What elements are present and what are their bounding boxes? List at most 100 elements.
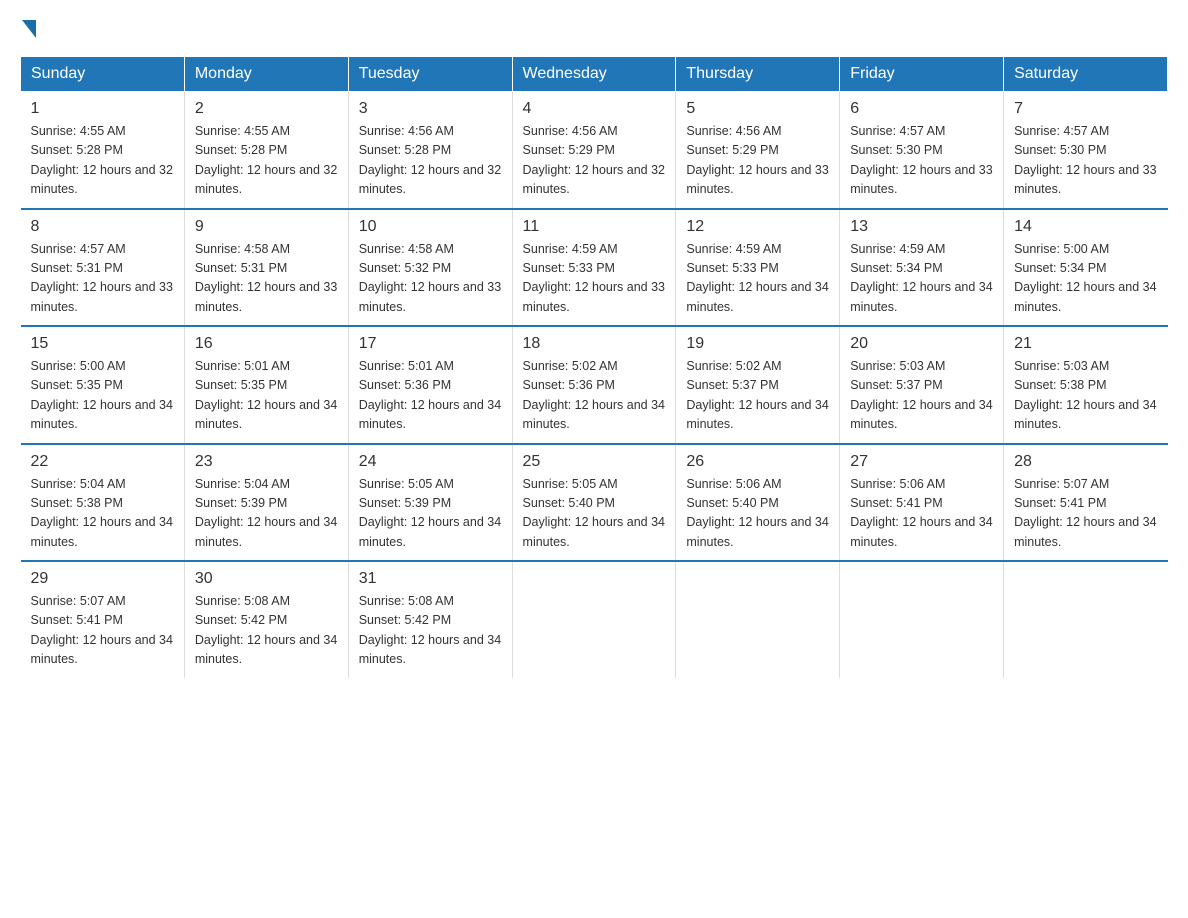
calendar-week-row: 22Sunrise: 5:04 AMSunset: 5:38 PMDayligh… (21, 444, 1168, 562)
calendar-cell: 15 Sunrise: 5:00 AMSunset: 5:35 PMDayligh… (21, 326, 185, 444)
day-number: 1 (31, 100, 174, 118)
calendar-cell: 14 Sunrise: 5:00 AMSunset: 5:34 PMDayligh… (1004, 209, 1168, 327)
day-number: 22 (31, 453, 174, 471)
calendar-cell (1004, 561, 1168, 678)
day-info: Sunrise: 5:06 AMSunset: 5:40 PMDaylight:… (686, 475, 829, 553)
calendar-body: 1 Sunrise: 4:55 AMSunset: 5:28 PMDaylight… (21, 92, 1168, 678)
day-number: 18 (523, 335, 666, 353)
day-info: Sunrise: 5:04 AMSunset: 5:39 PMDaylight:… (195, 475, 338, 553)
calendar-cell: 2Sunrise: 4:55 AMSunset: 5:28 PMDaylight… (184, 92, 348, 209)
day-number: 9 (195, 218, 338, 236)
calendar-cell: 19Sunrise: 5:02 AMSunset: 5:37 PMDayligh… (676, 326, 840, 444)
calendar-cell: 23 Sunrise: 5:04 AMSunset: 5:39 PMDayligh… (184, 444, 348, 562)
calendar-cell: 22Sunrise: 5:04 AMSunset: 5:38 PMDayligh… (21, 444, 185, 562)
day-info: Sunrise: 5:02 AMSunset: 5:36 PMDaylight:… (523, 357, 666, 435)
day-info: Sunrise: 5:05 AMSunset: 5:40 PMDaylight:… (523, 475, 666, 553)
calendar-header-sunday: Sunday (21, 57, 185, 92)
day-number: 21 (1014, 335, 1157, 353)
day-info: Sunrise: 4:56 AMSunset: 5:28 PMDaylight:… (359, 122, 502, 200)
calendar-header-tuesday: Tuesday (348, 57, 512, 92)
day-number: 19 (686, 335, 829, 353)
day-number: 5 (686, 100, 829, 118)
day-info: Sunrise: 4:59 AMSunset: 5:34 PMDaylight:… (850, 240, 993, 318)
day-number: 17 (359, 335, 502, 353)
calendar-cell: 6 Sunrise: 4:57 AMSunset: 5:30 PMDaylight… (840, 92, 1004, 209)
day-info: Sunrise: 4:56 AMSunset: 5:29 PMDaylight:… (686, 122, 829, 200)
day-info: Sunrise: 4:55 AMSunset: 5:28 PMDaylight:… (195, 122, 338, 200)
day-number: 11 (523, 218, 666, 236)
calendar-cell: 8Sunrise: 4:57 AMSunset: 5:31 PMDaylight… (21, 209, 185, 327)
logo (20, 20, 36, 36)
day-info: Sunrise: 5:08 AMSunset: 5:42 PMDaylight:… (195, 592, 338, 670)
day-info: Sunrise: 4:57 AMSunset: 5:30 PMDaylight:… (1014, 122, 1157, 200)
day-info: Sunrise: 4:57 AMSunset: 5:30 PMDaylight:… (850, 122, 993, 200)
calendar-cell: 29Sunrise: 5:07 AMSunset: 5:41 PMDayligh… (21, 561, 185, 678)
calendar-cell (676, 561, 840, 678)
calendar-cell: 3 Sunrise: 4:56 AMSunset: 5:28 PMDaylight… (348, 92, 512, 209)
day-number: 7 (1014, 100, 1157, 118)
calendar-cell: 31 Sunrise: 5:08 AMSunset: 5:42 PMDayligh… (348, 561, 512, 678)
day-number: 23 (195, 453, 338, 471)
day-number: 4 (523, 100, 666, 118)
calendar-cell (512, 561, 676, 678)
day-info: Sunrise: 4:59 AMSunset: 5:33 PMDaylight:… (523, 240, 666, 318)
calendar-cell: 24 Sunrise: 5:05 AMSunset: 5:39 PMDayligh… (348, 444, 512, 562)
calendar-cell: 20Sunrise: 5:03 AMSunset: 5:37 PMDayligh… (840, 326, 1004, 444)
day-number: 26 (686, 453, 829, 471)
calendar-week-row: 1 Sunrise: 4:55 AMSunset: 5:28 PMDaylight… (21, 92, 1168, 209)
calendar-header-saturday: Saturday (1004, 57, 1168, 92)
day-info: Sunrise: 4:58 AMSunset: 5:32 PMDaylight:… (359, 240, 502, 318)
calendar-week-row: 29Sunrise: 5:07 AMSunset: 5:41 PMDayligh… (21, 561, 1168, 678)
calendar-cell: 7 Sunrise: 4:57 AMSunset: 5:30 PMDaylight… (1004, 92, 1168, 209)
calendar-header-row: SundayMondayTuesdayWednesdayThursdayFrid… (21, 57, 1168, 92)
calendar-header-friday: Friday (840, 57, 1004, 92)
calendar-cell: 30 Sunrise: 5:08 AMSunset: 5:42 PMDayligh… (184, 561, 348, 678)
day-info: Sunrise: 5:00 AMSunset: 5:34 PMDaylight:… (1014, 240, 1157, 318)
day-number: 16 (195, 335, 338, 353)
day-number: 20 (850, 335, 993, 353)
calendar-cell: 10 Sunrise: 4:58 AMSunset: 5:32 PMDayligh… (348, 209, 512, 327)
calendar-cell: 13 Sunrise: 4:59 AMSunset: 5:34 PMDayligh… (840, 209, 1004, 327)
day-number: 28 (1014, 453, 1157, 471)
calendar-cell: 26 Sunrise: 5:06 AMSunset: 5:40 PMDayligh… (676, 444, 840, 562)
day-info: Sunrise: 5:08 AMSunset: 5:42 PMDaylight:… (359, 592, 502, 670)
day-number: 14 (1014, 218, 1157, 236)
day-number: 30 (195, 570, 338, 588)
calendar-week-row: 15 Sunrise: 5:00 AMSunset: 5:35 PMDayligh… (21, 326, 1168, 444)
logo-arrow-icon (22, 20, 36, 38)
day-number: 13 (850, 218, 993, 236)
day-number: 31 (359, 570, 502, 588)
calendar-cell: 9 Sunrise: 4:58 AMSunset: 5:31 PMDaylight… (184, 209, 348, 327)
day-number: 24 (359, 453, 502, 471)
day-info: Sunrise: 5:00 AMSunset: 5:35 PMDaylight:… (31, 357, 174, 435)
day-info: Sunrise: 4:59 AMSunset: 5:33 PMDaylight:… (686, 240, 829, 318)
calendar-header-thursday: Thursday (676, 57, 840, 92)
day-info: Sunrise: 4:56 AMSunset: 5:29 PMDaylight:… (523, 122, 666, 200)
calendar-cell: 18 Sunrise: 5:02 AMSunset: 5:36 PMDayligh… (512, 326, 676, 444)
calendar-header-monday: Monday (184, 57, 348, 92)
day-info: Sunrise: 5:01 AMSunset: 5:35 PMDaylight:… (195, 357, 338, 435)
day-number: 25 (523, 453, 666, 471)
day-number: 6 (850, 100, 993, 118)
calendar-cell: 28Sunrise: 5:07 AMSunset: 5:41 PMDayligh… (1004, 444, 1168, 562)
day-info: Sunrise: 5:03 AMSunset: 5:38 PMDaylight:… (1014, 357, 1157, 435)
calendar-cell: 27 Sunrise: 5:06 AMSunset: 5:41 PMDayligh… (840, 444, 1004, 562)
day-number: 27 (850, 453, 993, 471)
calendar-cell (840, 561, 1004, 678)
day-number: 15 (31, 335, 174, 353)
page-header (20, 20, 1168, 36)
day-info: Sunrise: 4:58 AMSunset: 5:31 PMDaylight:… (195, 240, 338, 318)
calendar-table: SundayMondayTuesdayWednesdayThursdayFrid… (20, 56, 1168, 678)
calendar-cell: 16 Sunrise: 5:01 AMSunset: 5:35 PMDayligh… (184, 326, 348, 444)
day-info: Sunrise: 5:06 AMSunset: 5:41 PMDaylight:… (850, 475, 993, 553)
day-info: Sunrise: 4:57 AMSunset: 5:31 PMDaylight:… (31, 240, 174, 318)
calendar-cell: 17 Sunrise: 5:01 AMSunset: 5:36 PMDayligh… (348, 326, 512, 444)
day-number: 10 (359, 218, 502, 236)
day-info: Sunrise: 4:55 AMSunset: 5:28 PMDaylight:… (31, 122, 174, 200)
day-info: Sunrise: 5:01 AMSunset: 5:36 PMDaylight:… (359, 357, 502, 435)
calendar-cell: 5 Sunrise: 4:56 AMSunset: 5:29 PMDaylight… (676, 92, 840, 209)
day-info: Sunrise: 5:05 AMSunset: 5:39 PMDaylight:… (359, 475, 502, 553)
day-number: 3 (359, 100, 502, 118)
calendar-cell: 25 Sunrise: 5:05 AMSunset: 5:40 PMDayligh… (512, 444, 676, 562)
calendar-cell: 12Sunrise: 4:59 AMSunset: 5:33 PMDayligh… (676, 209, 840, 327)
